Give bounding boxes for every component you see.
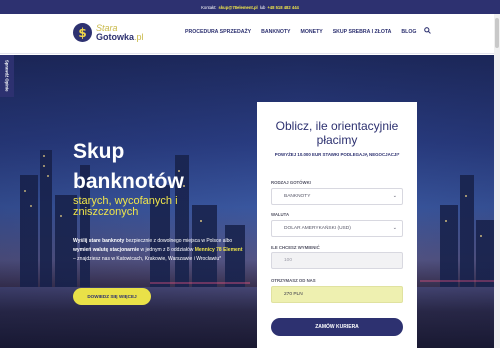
contact-bar: Kontakt: skup@78element.pl lub +48 518 4… bbox=[0, 0, 500, 14]
chevron-down-icon: ⌄ bbox=[392, 225, 397, 231]
nav-item-monety[interactable]: MONETY bbox=[301, 29, 323, 35]
main-nav: PROCEDURA SPRZEDAŻY BANKNOTY MONETY SKUP… bbox=[185, 27, 432, 36]
contact-separator: lub bbox=[259, 4, 266, 10]
nav-item-procedura[interactable]: PROCEDURA SPRZEDAŻY bbox=[185, 29, 251, 35]
site-logo[interactable]: $ Stara Gotowka.pl bbox=[73, 23, 144, 42]
currency-label: WALUTA bbox=[271, 212, 290, 217]
search-icon[interactable] bbox=[424, 27, 432, 36]
dollar-coin-icon: $ bbox=[73, 23, 92, 42]
desc-part-4: w jednym z 8 oddziałów bbox=[139, 247, 195, 253]
negotiation-note: POWYŻEJ 10.000 EUR STAWKI PODLEGAJĄ NEGO… bbox=[274, 152, 400, 157]
amount-label: ILE CHCESZ WYMIENIĆ bbox=[271, 245, 320, 250]
order-courier-button[interactable]: ZAMÓW KURIERA bbox=[271, 318, 403, 336]
receive-output: 270 PLN bbox=[271, 286, 403, 303]
amount-placeholder: 100 bbox=[284, 258, 293, 263]
nav-item-blog[interactable]: BLOG bbox=[401, 29, 416, 35]
cash-type-value: BANKNOTY bbox=[284, 194, 311, 199]
page-scrollbar[interactable] bbox=[494, 14, 500, 348]
calculator-card: Oblicz, ile orientacyjnie płacimy POWYŻE… bbox=[257, 102, 417, 348]
scrollbar-thumb[interactable] bbox=[495, 18, 499, 48]
calculator-title: Oblicz, ile orientacyjnie płacimy bbox=[275, 119, 399, 147]
contact-email-link[interactable]: skup@78element.pl bbox=[218, 5, 257, 10]
hero-title-line1: Skup bbox=[73, 140, 125, 163]
hero-title-line2: banknotów bbox=[73, 170, 184, 193]
hero-subtitle: starych, wycofanych i zniszczonych bbox=[73, 195, 178, 218]
learn-more-button[interactable]: DOWIEDZ SIĘ WIĘCEJ bbox=[73, 288, 151, 305]
logo-text: Stara Gotowka.pl bbox=[96, 23, 144, 42]
logo-line2: Gotowka.pl bbox=[96, 31, 144, 42]
desc-part-6: – znajdziesz nas w Katowicach, Krakowie,… bbox=[73, 256, 222, 262]
amount-input[interactable]: 100 bbox=[271, 252, 403, 269]
desc-part-2: bezpiecznie z dowolnego miejsca w Polsce… bbox=[124, 238, 233, 244]
receive-value: 270 PLN bbox=[284, 292, 303, 297]
currency-value: DOLAR AMERYKAŃSKI (USD) bbox=[284, 226, 351, 231]
desc-part-5: Mennicy 78 Element bbox=[194, 247, 243, 253]
contact-phone-link[interactable]: +48 518 482 444 bbox=[267, 5, 299, 10]
reviews-side-tab[interactable]: Sprawdź Opinie bbox=[0, 55, 14, 97]
currency-select[interactable]: DOLAR AMERYKAŃSKI (USD) ⌄ bbox=[271, 220, 403, 237]
site-header: $ Stara Gotowka.pl PROCEDURA SPRZEDAŻY B… bbox=[0, 14, 500, 54]
hero-description: Wyślij stare banknoty bezpiecznie z dowo… bbox=[73, 237, 243, 264]
nav-item-skup-srebra[interactable]: SKUP SREBRA I ZŁOTA bbox=[333, 29, 392, 35]
receive-label: OTRZYMASZ OD NAS bbox=[271, 278, 316, 283]
cash-type-select[interactable]: BANKNOTY ⌄ bbox=[271, 188, 403, 205]
desc-part-3: wymień walutę stacjonarnie bbox=[73, 247, 140, 253]
cash-type-label: RODZAJ GOTÓWKI bbox=[271, 180, 311, 185]
contact-prefix: Kontakt: bbox=[201, 4, 217, 10]
hero-title: Skup banknotów bbox=[73, 137, 184, 197]
chevron-down-icon: ⌄ bbox=[392, 193, 397, 199]
desc-part-1: Wyślij stare banknoty bbox=[73, 238, 125, 244]
logo-tld: .pl bbox=[134, 31, 144, 42]
nav-item-banknoty[interactable]: BANKNOTY bbox=[261, 29, 290, 35]
logo-name: Gotowka bbox=[96, 31, 135, 42]
